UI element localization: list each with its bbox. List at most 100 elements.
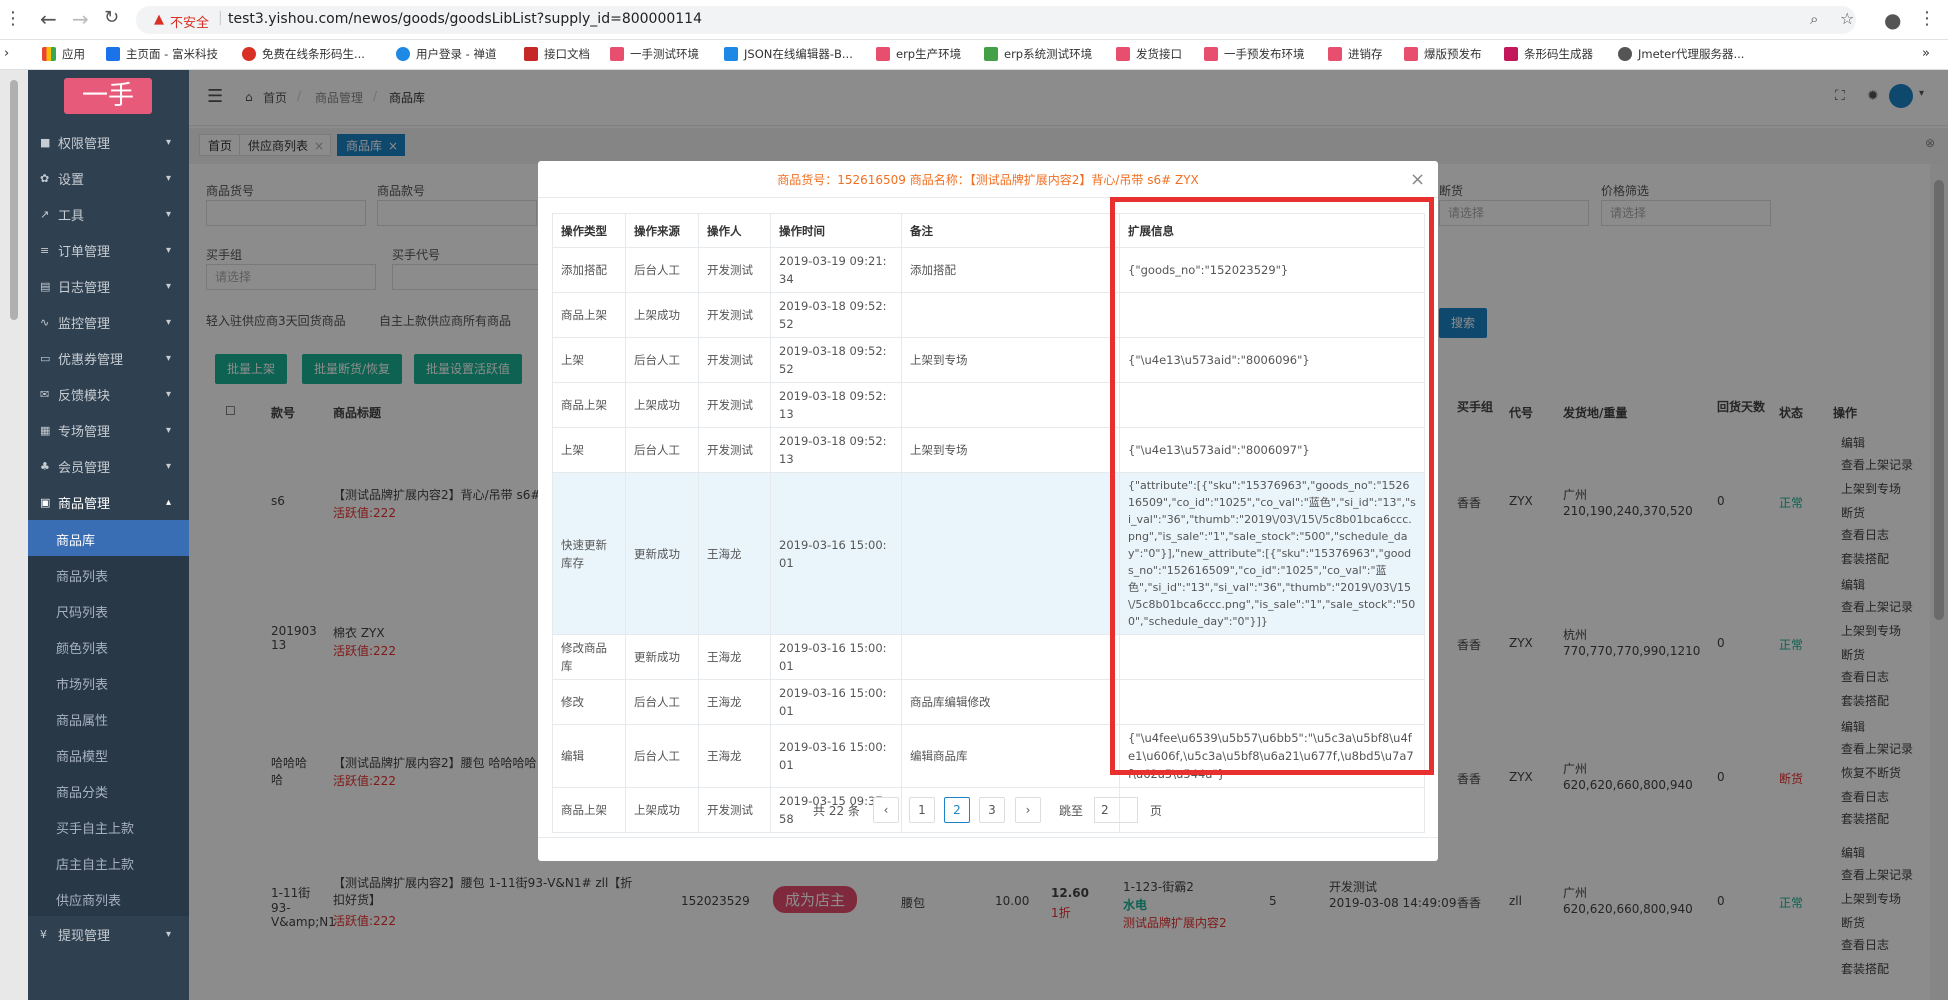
sidebar-subitem[interactable]: 买手自主上款 <box>28 808 189 844</box>
next-page-button[interactable]: › <box>1015 797 1041 823</box>
sidebar-subitem[interactable]: 尺码列表 <box>28 592 189 628</box>
pagination: 共 22 条 ‹ 1 2 3 › 跳至 2 页 <box>538 797 1438 827</box>
chevron-up-icon: ▴ <box>165 496 171 508</box>
bookmark[interactable]: 主页面 - 富米科技 <box>106 46 218 62</box>
column-header: 备注 <box>901 213 1120 248</box>
sidebar-item-special[interactable]: ▦ 专场管理 ▾ <box>28 412 189 448</box>
page-suffix: 页 <box>1150 804 1163 818</box>
page-button[interactable]: 3 <box>979 797 1005 823</box>
bookmark-favicon <box>984 47 998 61</box>
jump-page-input[interactable]: 2 <box>1094 797 1138 823</box>
users-icon: ♣ <box>40 459 50 473</box>
pulse-icon: ∿ <box>40 315 50 329</box>
bookmarks-more-icon[interactable]: › <box>4 46 9 61</box>
divider <box>538 837 1438 838</box>
sidebar-item-feedback[interactable]: ✉ 反馈模块 ▾ <box>28 376 189 412</box>
bookmarks-overflow-icon[interactable]: » <box>1922 46 1930 61</box>
yen-icon: ¥ <box>40 927 47 941</box>
divider: | <box>218 10 223 26</box>
prev-page-button[interactable]: ‹ <box>873 797 899 823</box>
sidebar-subitem[interactable]: 供应商列表 <box>28 880 189 916</box>
page-button-current[interactable]: 2 <box>944 797 970 823</box>
warning-icon: ▲ <box>154 12 164 27</box>
bookmark[interactable]: 接口文档 <box>524 46 590 62</box>
sidebar-item-coupons[interactable]: ▭ 优惠券管理 ▾ <box>28 340 189 376</box>
bookmark-favicon <box>724 47 738 61</box>
scrollbar-thumb[interactable] <box>10 80 18 320</box>
bookmark[interactable]: 进销存 <box>1328 46 1383 62</box>
star-icon[interactable]: ☆ <box>1840 9 1854 28</box>
menu-icon[interactable]: ⋮ <box>1918 8 1936 29</box>
jump-label: 跳至 <box>1059 804 1084 818</box>
security-label: 不安全 <box>170 16 210 31</box>
sidebar-item-permissions[interactable]: ■ 权限管理 ▾ <box>28 124 189 160</box>
chevron-down-icon: ▾ <box>165 460 171 472</box>
sidebar-item-members[interactable]: ♣ 会员管理 ▾ <box>28 448 189 484</box>
bookmark[interactable]: 一手测试环境 <box>610 46 699 62</box>
mail-icon: ✉ <box>40 387 50 401</box>
bookmark-favicon <box>1404 47 1418 61</box>
menu-dots-icon[interactable]: ⋮ <box>4 8 22 29</box>
chevron-down-icon: ▾ <box>165 244 171 256</box>
chevron-down-icon: ▾ <box>165 316 171 328</box>
bookmark[interactable]: 发货接口 <box>1116 46 1182 62</box>
bookmark[interactable]: 用户登录 - 禅道 <box>396 46 496 62</box>
sidebar-subitem[interactable]: 商品列表 <box>28 556 189 592</box>
chevron-down-icon: ▾ <box>165 424 171 436</box>
bookmark[interactable]: 条形码生成器 <box>1504 46 1593 62</box>
bookmark-favicon <box>524 47 538 61</box>
chevron-down-icon: ▾ <box>165 136 171 148</box>
forward-icon[interactable]: → <box>72 7 89 31</box>
sidebar-item-orders[interactable]: ≡ 订单管理 ▾ <box>28 232 189 268</box>
address-bar[interactable]: ▲ 不安全 | test3.yishou.com/newos/goods/goo… <box>136 6 1856 34</box>
bookmark-favicon <box>1618 47 1632 61</box>
sidebar-item-goods[interactable]: ▣ 商品管理 ▴ <box>28 484 189 520</box>
list-icon: ≡ <box>40 243 50 257</box>
close-icon[interactable]: × <box>1410 169 1425 190</box>
sidebar-subitem[interactable]: 商品模型 <box>28 736 189 772</box>
sidebar-subitem[interactable]: 店主自主上款 <box>28 844 189 880</box>
bookmark-favicon <box>1116 47 1130 61</box>
wrench-icon: ↗ <box>40 207 50 221</box>
total-count: 共 22 条 <box>813 804 860 818</box>
bookmark[interactable]: 应用 <box>42 46 85 62</box>
bookmark[interactable]: 免费在线条形码生... <box>242 46 365 62</box>
sidebar-item-logs[interactable]: ▤ 日志管理 ▾ <box>28 268 189 304</box>
bookmark[interactable]: erp系统测试环境 <box>984 46 1092 62</box>
page-button[interactable]: 1 <box>909 797 935 823</box>
bookmark[interactable]: Jmeter代理服务器... <box>1618 46 1744 62</box>
bookmark-favicon <box>610 47 624 61</box>
bookmark[interactable]: 爆版预发布 <box>1404 46 1482 62</box>
url-text: test3.yishou.com/newos/goods/goodsLibLis… <box>228 11 702 27</box>
sidebar-item-settings[interactable]: ✿ 设置 ▾ <box>28 160 189 196</box>
bookmark[interactable]: erp生产环境 <box>876 46 961 62</box>
account-icon[interactable]: ● <box>1884 8 1901 32</box>
sidebar-item-withdraw[interactable]: ¥ 提现管理 ▾ <box>28 916 189 952</box>
zoom-icon[interactable]: ⌕ <box>1810 10 1818 28</box>
column-header: 操作人 <box>698 213 771 248</box>
bookmark-favicon <box>106 47 120 61</box>
reload-icon[interactable]: ↻ <box>104 7 119 28</box>
card-icon: ▭ <box>40 351 51 365</box>
annotation-highlight-box <box>1110 197 1434 775</box>
sidebar-subitem[interactable]: 商品库 <box>28 520 189 556</box>
bookmark-favicon <box>876 47 890 61</box>
chevron-down-icon: ▾ <box>165 388 171 400</box>
chevron-down-icon: ▾ <box>165 352 171 364</box>
sidebar-subitem[interactable]: 商品属性 <box>28 700 189 736</box>
bookmark[interactable]: JSON在线编辑器-B... <box>724 46 853 62</box>
sidebar-item-tools[interactable]: ↗ 工具 ▾ <box>28 196 189 232</box>
modal-title: 商品货号：152616509 商品名称：【测试品牌扩展内容2】背心/吊带 s6#… <box>777 173 1199 187</box>
sidebar-subitem[interactable]: 商品分类 <box>28 772 189 808</box>
sidebar-item-monitor[interactable]: ∿ 监控管理 ▾ <box>28 304 189 340</box>
bookmark[interactable]: 一手预发布环境 <box>1204 46 1305 62</box>
sidebar-subitem[interactable]: 颜色列表 <box>28 628 189 664</box>
shop-icon: ▣ <box>40 495 51 509</box>
sidebar-subitem[interactable]: 市场列表 <box>28 664 189 700</box>
bookmarks-bar: › 应用 主页面 - 富米科技 免费在线条形码生... 用户登录 - 禅道 接口… <box>0 40 1948 70</box>
column-header: 操作时间 <box>770 213 902 248</box>
logo: 一手 <box>64 78 152 114</box>
back-icon[interactable]: ← <box>40 7 57 31</box>
chevron-down-icon: ▾ <box>165 172 171 184</box>
column-header: 操作来源 <box>625 213 699 248</box>
